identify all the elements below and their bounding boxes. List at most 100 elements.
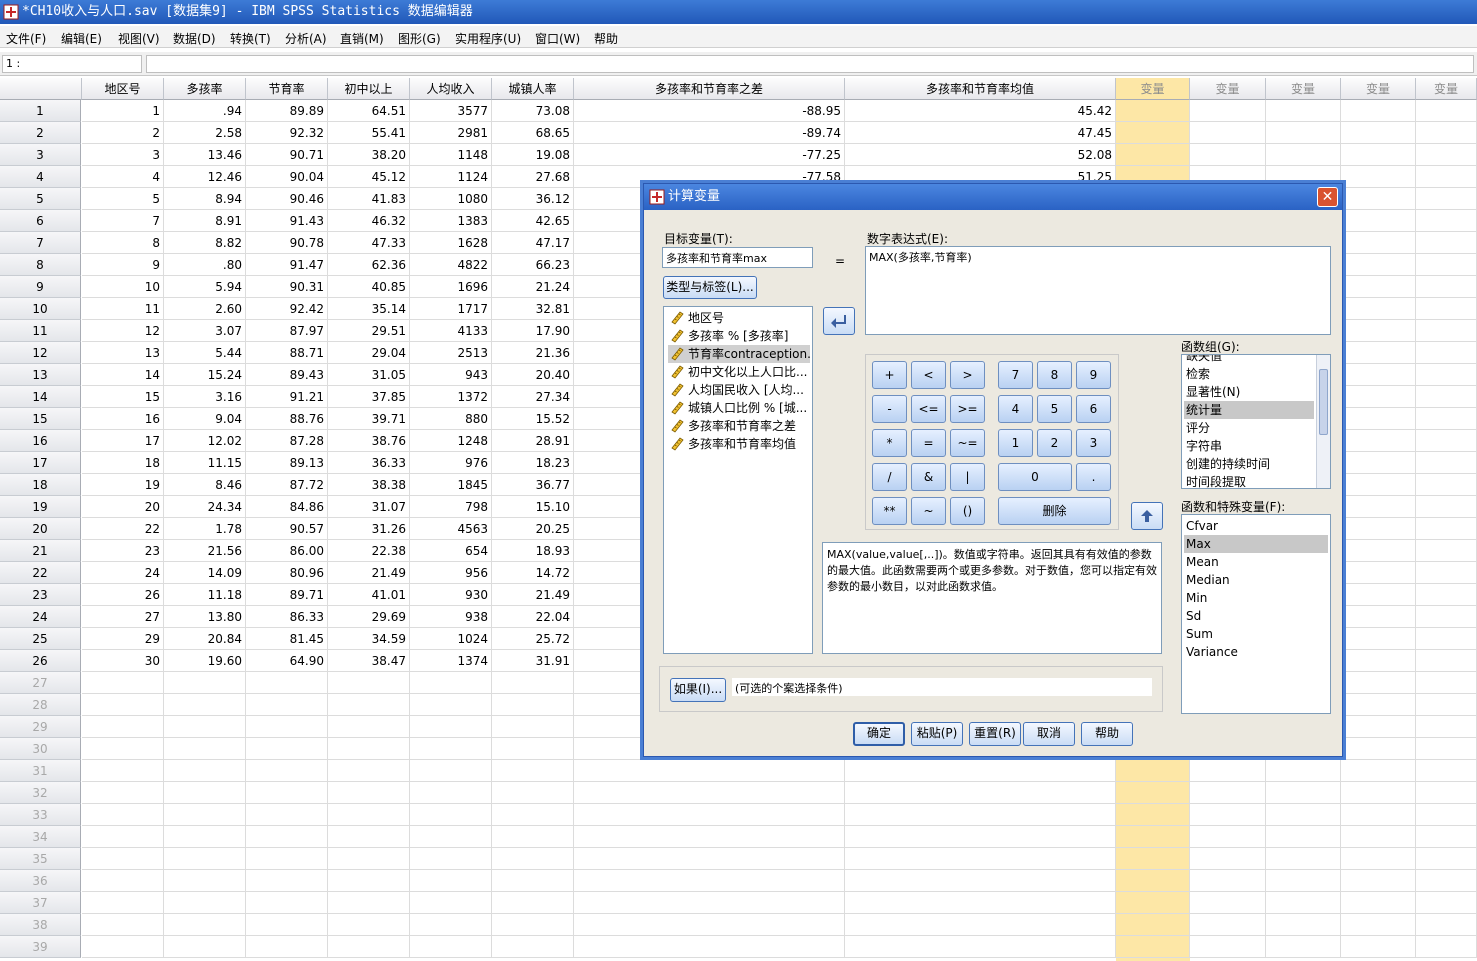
grid-cell[interactable]: 22.38	[328, 540, 410, 562]
grid-cell[interactable]	[574, 892, 845, 914]
grid-cell[interactable]: 7	[82, 210, 164, 232]
grid-cell[interactable]: 14.72	[492, 562, 574, 584]
column-header[interactable]: 多孩率和节育率之差	[574, 78, 845, 100]
grid-cell[interactable]	[328, 672, 410, 694]
grid-cell[interactable]	[1116, 848, 1190, 870]
grid-cell[interactable]	[1341, 386, 1416, 408]
grid-cell[interactable]: 88.71	[246, 342, 328, 364]
grid-cell[interactable]	[164, 716, 246, 738]
grid-cell[interactable]	[1416, 914, 1477, 936]
grid-cell[interactable]	[1266, 122, 1341, 144]
grid-cell[interactable]	[1416, 518, 1477, 540]
calculator-key[interactable]: 删除	[998, 497, 1111, 525]
grid-cell[interactable]: 29	[82, 628, 164, 650]
grid-cell[interactable]	[492, 936, 574, 958]
calculator-key[interactable]: 7	[998, 361, 1033, 389]
row-header[interactable]: 18	[0, 474, 81, 496]
grid-cell[interactable]	[164, 848, 246, 870]
menu-item[interactable]: 编辑(E)	[61, 30, 102, 47]
functions-list[interactable]: Cfvar Max Mean Median Min Sd Sum Variance	[1181, 514, 1331, 714]
grid-cell[interactable]: 1124	[410, 166, 492, 188]
grid-cell[interactable]	[1190, 782, 1266, 804]
column-header[interactable]: 多孩率	[164, 78, 246, 100]
grid-cell[interactable]	[164, 870, 246, 892]
grid-cell[interactable]	[246, 782, 328, 804]
move-function-button[interactable]	[1131, 502, 1163, 530]
calculator-key[interactable]: *	[872, 429, 907, 457]
grid-cell[interactable]	[1190, 144, 1266, 166]
if-button[interactable]: 如果(I)...	[670, 678, 726, 702]
grid-cell[interactable]	[1341, 320, 1416, 342]
calculator-key[interactable]: ()	[950, 497, 985, 525]
column-header[interactable]: 城镇人率	[492, 78, 574, 100]
grid-cell[interactable]	[328, 826, 410, 848]
grid-cell[interactable]	[410, 936, 492, 958]
grid-cell[interactable]: 1374	[410, 650, 492, 672]
grid-cell[interactable]	[1416, 540, 1477, 562]
source-variable-list[interactable]: 地区号 多孩率 % [多孩率] 节育率contraception... 初中文化以上人…	[663, 306, 813, 654]
grid-cell[interactable]	[246, 892, 328, 914]
grid-cell[interactable]: 2513	[410, 342, 492, 364]
grid-cell[interactable]	[164, 760, 246, 782]
grid-cell[interactable]: 36.77	[492, 474, 574, 496]
grid-cell[interactable]: 47.17	[492, 232, 574, 254]
grid-cell[interactable]	[1416, 188, 1477, 210]
grid-cell[interactable]	[1190, 122, 1266, 144]
grid-cell[interactable]: 90.04	[246, 166, 328, 188]
grid-cell[interactable]: 36.12	[492, 188, 574, 210]
grid-cell[interactable]: .80	[164, 254, 246, 276]
grid-cell[interactable]: 90.78	[246, 232, 328, 254]
grid-cell[interactable]	[246, 870, 328, 892]
grid-cell[interactable]: 1024	[410, 628, 492, 650]
grid-cell[interactable]: 23	[82, 540, 164, 562]
grid-cell[interactable]	[1341, 782, 1416, 804]
grid-cell[interactable]: 4563	[410, 518, 492, 540]
grid-cell[interactable]: 880	[410, 408, 492, 430]
column-header[interactable]: 地区号	[82, 78, 164, 100]
calculator-key[interactable]: |	[950, 463, 985, 491]
function-group-item[interactable]: 显著性(N)	[1184, 383, 1314, 401]
grid-cell[interactable]: 13.80	[164, 606, 246, 628]
function-group-item[interactable]: 时间段提取	[1184, 473, 1314, 488]
grid-cell[interactable]	[1116, 892, 1190, 914]
function-group-item[interactable]: 缺失值	[1184, 355, 1314, 365]
grid-cell[interactable]	[246, 672, 328, 694]
grid-cell[interactable]: 1148	[410, 144, 492, 166]
grid-cell[interactable]	[82, 826, 164, 848]
row-header[interactable]: 22	[0, 562, 81, 584]
grid-cell[interactable]	[492, 870, 574, 892]
variable-list-item[interactable]: 地区号	[668, 309, 810, 327]
grid-cell[interactable]	[574, 914, 845, 936]
grid-cell[interactable]	[1416, 892, 1477, 914]
grid-cell[interactable]	[246, 694, 328, 716]
grid-cell[interactable]	[1341, 936, 1416, 958]
grid-cell[interactable]	[1341, 606, 1416, 628]
grid-cell[interactable]	[82, 936, 164, 958]
grid-cell[interactable]	[1266, 848, 1341, 870]
grid-cell[interactable]: 12	[82, 320, 164, 342]
grid-cell[interactable]	[164, 936, 246, 958]
grid-cell[interactable]	[1341, 430, 1416, 452]
variable-list-item[interactable]: 城镇人口比例 % [城...	[668, 399, 810, 417]
grid-cell[interactable]	[1341, 122, 1416, 144]
grid-cell[interactable]	[574, 760, 845, 782]
grid-cell[interactable]	[1341, 584, 1416, 606]
cell-reference-field[interactable]: 1 :	[2, 55, 142, 73]
grid-cell[interactable]: -77.25	[574, 144, 845, 166]
grid-cell[interactable]	[1266, 144, 1341, 166]
grid-cell[interactable]	[1341, 100, 1416, 122]
grid-cell[interactable]: 31.07	[328, 496, 410, 518]
grid-cell[interactable]: 39.71	[328, 408, 410, 430]
grid-cell[interactable]: 38.76	[328, 430, 410, 452]
calculator-key[interactable]: **	[872, 497, 907, 525]
grid-cell[interactable]	[1116, 826, 1190, 848]
grid-cell[interactable]	[492, 760, 574, 782]
grid-cell[interactable]: 38.47	[328, 650, 410, 672]
grid-cell[interactable]	[1416, 320, 1477, 342]
grid-cell[interactable]: 2.60	[164, 298, 246, 320]
grid-cell[interactable]	[1416, 496, 1477, 518]
grid-cell[interactable]	[1341, 760, 1416, 782]
grid-cell[interactable]: 89.13	[246, 452, 328, 474]
grid-cell[interactable]: 89.71	[246, 584, 328, 606]
grid-cell[interactable]: 32.81	[492, 298, 574, 320]
